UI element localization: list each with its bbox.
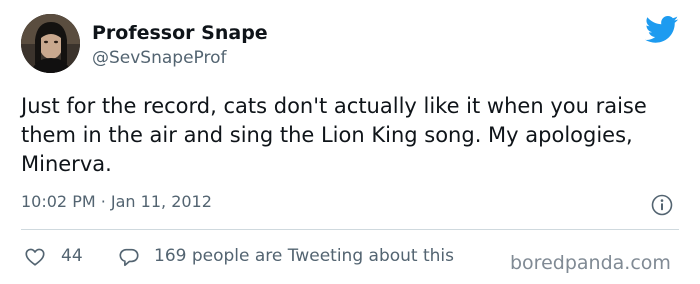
tweet-card: Professor Snape @SevSnapeProf Just for t…: [0, 0, 700, 284]
heart-icon[interactable]: [24, 246, 46, 268]
author-handle[interactable]: @SevSnapeProf: [92, 48, 227, 68]
info-icon[interactable]: [651, 194, 673, 216]
tweet-timestamp[interactable]: 10:02 PM · Jan 11, 2012: [21, 192, 212, 211]
twitter-bird-icon[interactable]: [645, 16, 679, 44]
reply-icon[interactable]: [118, 246, 140, 268]
conversation-link[interactable]: 169 people are Tweeting about this: [154, 246, 454, 266]
author-display-name[interactable]: Professor Snape: [92, 22, 268, 44]
tweet-text: Just for the record, cats don't actually…: [21, 94, 647, 176]
divider: [21, 229, 679, 230]
watermark: boredpanda.com: [506, 252, 671, 274]
like-count: 44: [61, 246, 83, 266]
avatar[interactable]: [21, 14, 80, 73]
